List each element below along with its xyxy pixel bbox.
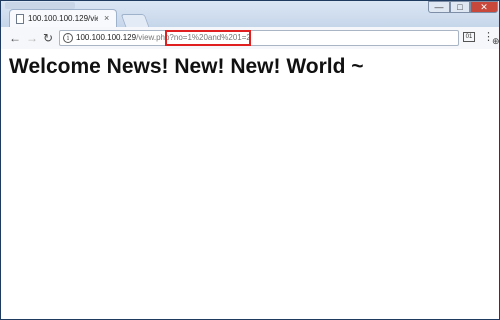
- back-arrow-icon[interactable]: ←: [8, 31, 22, 45]
- maximize-button[interactable]: □: [450, 1, 470, 13]
- kebab-menu-icon[interactable]: ⋮: [483, 31, 494, 43]
- tab-close-icon[interactable]: ×: [104, 14, 109, 23]
- url-host: 100.100.100.129: [76, 33, 137, 42]
- url-query-highlight: [165, 30, 251, 46]
- reload-icon[interactable]: ↻: [41, 31, 55, 45]
- forward-arrow-icon[interactable]: →: [25, 31, 39, 45]
- browser-window: 100.100.100.129/view.ph × — □ ✕ ← → ↻ i …: [0, 0, 500, 320]
- minimize-button[interactable]: —: [428, 1, 450, 13]
- info-icon[interactable]: i: [63, 33, 73, 43]
- page-headline: Welcome News! New! New! World ~: [9, 55, 364, 78]
- page-icon: [16, 13, 24, 24]
- address-bar[interactable]: i 100.100.100.129/view.php?no=1%20and%20…: [59, 30, 500, 46]
- title-bar: 100.100.100.129/view.ph × — □ ✕: [1, 1, 499, 27]
- extension-icon[interactable]: 01: [463, 32, 475, 42]
- close-window-button[interactable]: ✕: [470, 1, 498, 13]
- tab-title: 100.100.100.129/view.ph: [28, 14, 98, 23]
- page-content: Welcome News! New! New! World ~: [1, 49, 499, 317]
- browser-tab[interactable]: 100.100.100.129/view.ph ×: [9, 9, 117, 27]
- title-strip: [5, 2, 75, 9]
- new-tab-button[interactable]: [120, 14, 150, 27]
